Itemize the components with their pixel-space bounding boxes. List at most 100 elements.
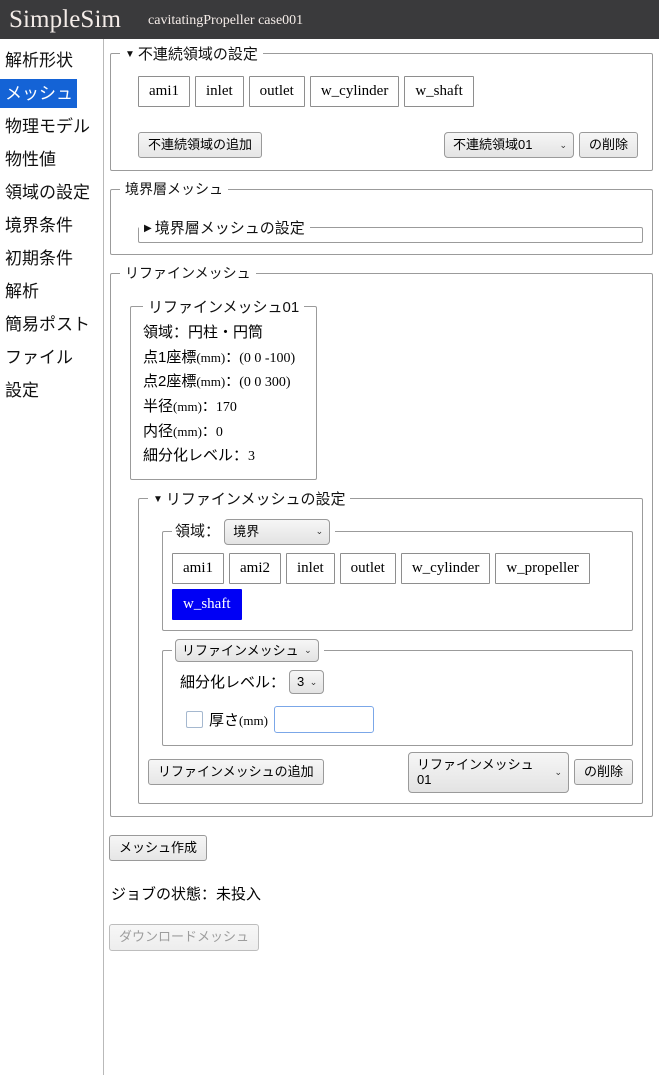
add-discontinuous-region-button[interactable]: 不連続領域の追加 (138, 132, 263, 159)
refine-level-select-value: 3 (297, 674, 305, 690)
thickness-unit: (mm) (239, 712, 268, 728)
refine-info-point1: 点1座標(mm)：(0 0 -100) (143, 346, 304, 371)
chip-inlet[interactable]: inlet (286, 552, 335, 584)
boundary-layer-mesh-settings-legend[interactable]: ▶ 境界層メッシュの設定 (139, 217, 310, 238)
refine-region-select[interactable]: 境界 ⌄ (224, 518, 331, 545)
boundary-layer-mesh-section: 境界層メッシュ ▶ 境界層メッシュの設定 (110, 179, 653, 256)
discontinuous-chip-list: ami1 inlet outlet w_cylinder w_shaft (138, 76, 643, 107)
refine-info-point1-value: ：(0 0 -100) (225, 350, 296, 366)
thickness-label-text: 厚さ (209, 711, 240, 729)
refine-info-inner-unit: (mm) (173, 423, 202, 439)
main-content: ▼ 不連続領域の設定 ami1 inlet outlet w_cylinder w… (104, 39, 659, 951)
refine-type-legend: リファインメッシュ ⌄ (172, 638, 324, 663)
refine-mesh-select[interactable]: リファインメッシュ01 ⌄ (407, 751, 569, 793)
refine-type-select[interactable]: リファインメッシュ ⌄ (175, 638, 319, 663)
refine-level-select[interactable]: 3 ⌄ (289, 670, 325, 694)
chevron-down-icon: ⌄ (554, 766, 562, 777)
boundary-layer-mesh-legend: 境界層メッシュ (125, 181, 223, 198)
refine-info-point2-value: ：(0 0 300) (225, 375, 291, 391)
refine-thickness-row: 厚さ(mm) (186, 705, 623, 733)
discontinuous-actions: 不連続領域の追加 不連続領域01 ⌄ の削除 (138, 132, 638, 159)
refine-info-inner-diameter: 内径(mm)：0 (143, 420, 304, 445)
sidebar-item-simple-post[interactable]: 簡易ポスト (0, 310, 103, 339)
chip-w-shaft[interactable]: w_shaft (172, 588, 242, 620)
refine-delete-group: リファインメッシュ01 ⌄ の削除 (407, 751, 633, 793)
refine-info-level-value: 3 (248, 449, 256, 465)
refine-info-radius: 半径(mm)：170 (143, 395, 304, 420)
sidebar-item-region-settings[interactable]: 領域の設定 (0, 178, 103, 207)
refine-level-label: 細分化レベル： (180, 674, 286, 692)
refine-info-level-label: 細分化レベル： (143, 447, 249, 465)
refine-region-legend: 領域： 境界 ⌄ (172, 518, 335, 545)
refine-info-inner-label: 内径 (143, 422, 174, 440)
refine-info-point2-label: 点2座標 (143, 373, 197, 391)
refine-mesh-legend: リファインメッシュ (125, 265, 251, 282)
create-mesh-button[interactable]: メッシュ作成 (109, 834, 208, 862)
chip-w-cylinder[interactable]: w_cylinder (309, 76, 400, 107)
refine-chip-list: ami1 ami2 inlet outlet w_cylinder w_prop… (172, 552, 623, 620)
refine-mesh-info: リファインメッシュ01 領域：円柱・円筒 点1座標(mm)：(0 0 -100)… (130, 296, 318, 480)
chip-ami1[interactable]: ami1 (172, 552, 224, 584)
refine-mesh-settings: ▼ リファインメッシュの設定 領域： 境界 ⌄ ami1 ami2 inlet … (138, 487, 643, 804)
chip-outlet[interactable]: outlet (248, 76, 305, 107)
refine-mesh-settings-legend-text: リファインメッシュの設定 (165, 490, 346, 508)
refine-info-radius-value: ：170 (201, 399, 237, 415)
app-body: 解析形状 メッシュ 物理モデル 物性値 領域の設定 境界条件 初期条件 解析 簡… (0, 39, 659, 1075)
sidebar-item-file[interactable]: ファイル (0, 343, 103, 372)
discontinuous-region-section: ▼ 不連続領域の設定 ami1 inlet outlet w_cylinder w… (110, 43, 653, 172)
refine-info-level: 細分化レベル：3 (143, 444, 304, 469)
chevron-down-icon: ⌄ (304, 644, 312, 655)
chip-w-cylinder[interactable]: w_cylinder (400, 552, 491, 584)
sidebar-item-settings[interactable]: 設定 (0, 376, 103, 405)
triangle-down-icon: ▼ (153, 493, 163, 505)
delete-discontinuous-region-button[interactable]: の削除 (578, 132, 638, 159)
refine-region-label: 領域： (175, 522, 221, 540)
thickness-label: 厚さ(mm) (209, 709, 268, 730)
chip-ami2[interactable]: ami2 (229, 552, 281, 584)
refine-region-group: 領域： 境界 ⌄ ami1 ami2 inlet outlet w_cylind… (162, 518, 633, 631)
discontinuous-region-legend-text: 不連続領域の設定 (137, 46, 258, 63)
sidebar: 解析形状 メッシュ 物理モデル 物性値 領域の設定 境界条件 初期条件 解析 簡… (0, 39, 104, 1075)
sidebar-item-geometry[interactable]: 解析形状 (0, 46, 103, 75)
refine-info-radius-label: 半径 (143, 397, 174, 415)
boundary-layer-mesh-settings-legend-text: 境界層メッシュの設定 (154, 220, 305, 238)
refine-info-point2-unit: (mm) (196, 374, 226, 390)
thickness-checkbox[interactable] (186, 710, 203, 728)
chevron-down-icon: ⌄ (315, 526, 324, 537)
triangle-down-icon: ▼ (125, 49, 135, 60)
refine-type-select-value: リファインメッシュ (182, 642, 299, 658)
sidebar-item-physics-model[interactable]: 物理モデル (0, 112, 103, 141)
discontinuous-region-select[interactable]: 不連続領域01 ⌄ (443, 132, 574, 158)
footer-actions: メッシュ作成 ジョブの状態：未投入 ダウンロードメッシュ (109, 817, 653, 951)
chevron-down-icon: ⌄ (309, 676, 318, 687)
refine-mesh-settings-legend[interactable]: ▼ リファインメッシュの設定 (148, 488, 350, 509)
discontinuous-delete-group: 不連続領域01 ⌄ の削除 (443, 132, 638, 159)
refine-info-point2: 点2座標(mm)：(0 0 300) (143, 370, 304, 395)
sidebar-item-initial-conditions[interactable]: 初期条件 (0, 244, 103, 273)
refine-level-row: 細分化レベル： 3 ⌄ (180, 670, 623, 694)
chip-outlet[interactable]: outlet (339, 552, 396, 584)
refine-mesh-section: リファインメッシュ リファインメッシュ01 領域：円柱・円筒 点1座標(mm)：… (110, 263, 653, 817)
discontinuous-region-legend[interactable]: ▼ 不連続領域の設定 (120, 43, 263, 64)
app-header: SimpleSim cavitatingPropeller case001 (0, 0, 659, 39)
app-brand: SimpleSim (9, 6, 122, 33)
download-mesh-button[interactable]: ダウンロードメッシュ (109, 924, 260, 951)
chip-w-propeller[interactable]: w_propeller (495, 552, 590, 584)
refine-region-select-value: 境界 (233, 523, 260, 539)
sidebar-item-material-properties[interactable]: 物性値 (0, 145, 103, 174)
chip-inlet[interactable]: inlet (195, 76, 244, 107)
add-refine-mesh-button[interactable]: リファインメッシュの追加 (148, 759, 324, 786)
chip-ami1[interactable]: ami1 (138, 76, 190, 107)
sidebar-item-mesh[interactable]: メッシュ (0, 79, 77, 108)
refine-info-region: 領域：円柱・円筒 (143, 324, 264, 342)
sidebar-item-boundary-conditions[interactable]: 境界条件 (0, 211, 103, 240)
refine-mesh-select-value: リファインメッシュ01 (416, 756, 534, 788)
sidebar-item-analysis[interactable]: 解析 (0, 277, 103, 306)
refine-info-inner-value: ：0 (201, 424, 223, 440)
discontinuous-region-select-value: 不連続領域01 (452, 137, 533, 153)
refine-parameters-group: リファインメッシュ ⌄ 細分化レベル： 3 ⌄ 厚さ(mm) (162, 638, 633, 746)
delete-refine-mesh-button[interactable]: の削除 (573, 759, 633, 786)
chip-w-shaft[interactable]: w_shaft (404, 76, 474, 107)
boundary-layer-mesh-settings: ▶ 境界層メッシュの設定 (138, 217, 643, 244)
thickness-input[interactable] (273, 705, 374, 733)
